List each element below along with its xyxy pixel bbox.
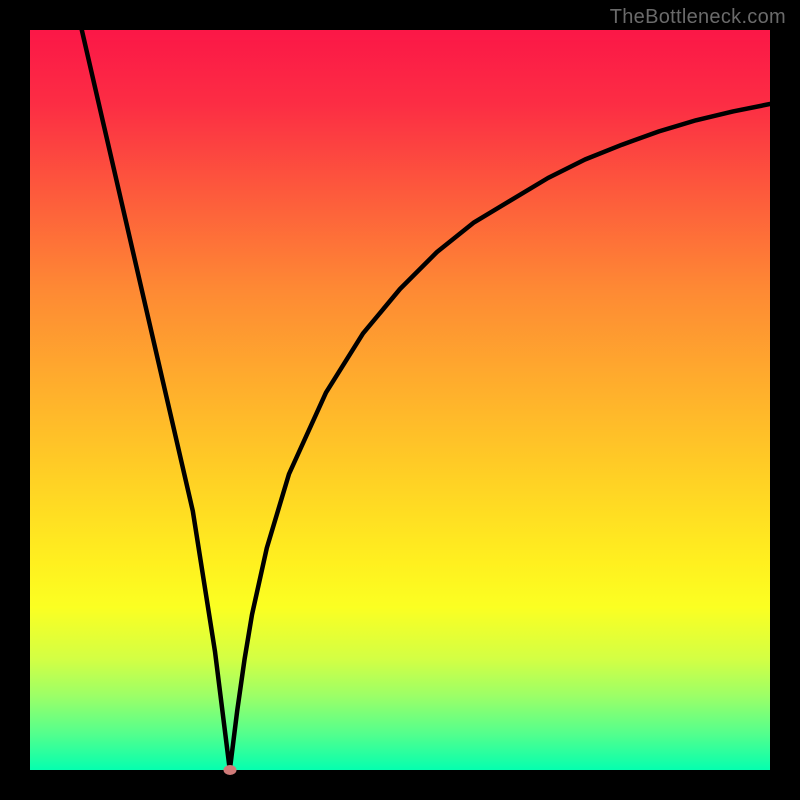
curve-path bbox=[82, 30, 770, 770]
chart-frame: TheBottleneck.com bbox=[0, 0, 800, 800]
bottleneck-curve bbox=[30, 30, 770, 770]
watermark-text: TheBottleneck.com bbox=[610, 6, 786, 29]
minimum-marker bbox=[223, 765, 236, 775]
